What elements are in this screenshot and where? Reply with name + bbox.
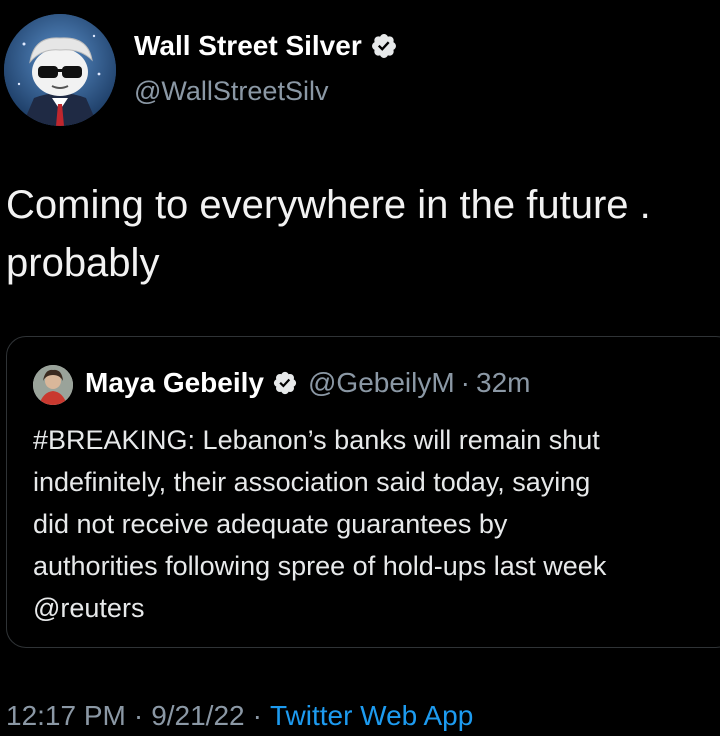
author-name-text[interactable]: Wall Street Silver xyxy=(134,30,362,62)
tweet-text-line: Coming to everywhere in the future . xyxy=(6,183,651,227)
author-avatar[interactable] xyxy=(4,14,116,126)
tweet-time[interactable]: 12:17 PM xyxy=(6,700,126,731)
quoted-tweet-line: #BREAKING: Lebanon’s banks will remain s… xyxy=(33,425,600,455)
tweet-source-link[interactable]: Twitter Web App xyxy=(270,700,473,731)
header-separator: · xyxy=(460,367,470,398)
quoted-tweet-text: #BREAKING: Lebanon’s banks will remain s… xyxy=(33,419,720,629)
verified-badge-icon xyxy=(273,371,297,395)
verified-badge-icon xyxy=(371,34,396,58)
quoted-tweet-header: Maya Gebeily @GebeilyM · 32m xyxy=(85,367,530,399)
meta-separator: · xyxy=(252,700,262,731)
author-name[interactable]: Wall Street Silver xyxy=(134,30,398,62)
tweet-meta: 12:17 PM · 9/21/22 · Twitter Web App xyxy=(6,700,473,732)
quoted-tweet-time[interactable]: 32m xyxy=(476,367,530,399)
quoted-tweet-line: did not receive adequate guarantees by xyxy=(33,509,508,539)
tweet-date[interactable]: 9/21/22 xyxy=(151,700,244,731)
meta-separator: · xyxy=(133,700,144,731)
quoted-author-avatar[interactable] xyxy=(33,365,73,405)
quoted-author-name[interactable]: Maya Gebeily xyxy=(85,367,264,399)
reuters-mention-link[interactable]: @reuters xyxy=(33,587,720,629)
author-handle[interactable]: @WallStreetSilv xyxy=(134,76,328,107)
quoted-tweet-line: indefinitely, their association said tod… xyxy=(33,467,591,497)
quoted-tweet-card[interactable]: Maya Gebeily @GebeilyM · 32m #BREAKING: … xyxy=(6,336,720,648)
quoted-tweet-line: authorities following spree of hold-ups … xyxy=(33,551,607,581)
quoted-author-handle[interactable]: @GebeilyM xyxy=(308,367,455,399)
tweet-text: Coming to everywhere in the future . pro… xyxy=(6,176,720,292)
tweet-text-line: probably xyxy=(6,241,160,285)
